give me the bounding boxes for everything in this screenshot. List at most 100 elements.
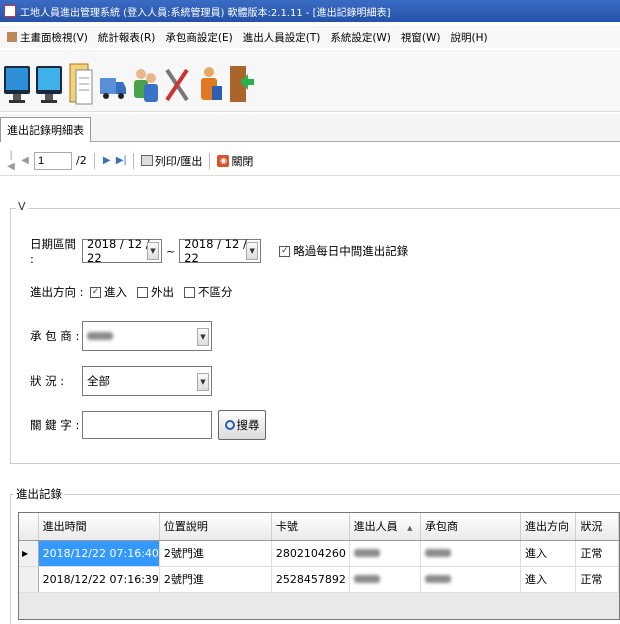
- records-grid[interactable]: 進出時間 位置說明 卡號 進出人員 ▲ 承包商 進出方向 狀況 ▶ 2018/1…: [18, 512, 620, 620]
- total-pages: /2: [76, 154, 87, 167]
- menu-contractor[interactable]: 承包商設定(E): [160, 30, 237, 45]
- direction-label: 進出方向 :: [30, 285, 84, 299]
- column-header-location[interactable]: 位置說明: [159, 513, 272, 541]
- separator: [93, 152, 95, 169]
- skip-midday-checkbox[interactable]: ✓ 略過每日中間進出記錄: [279, 243, 408, 259]
- redacted-text: [353, 548, 380, 557]
- search-button[interactable]: 搜尋: [218, 410, 266, 440]
- last-page-icon[interactable]: ▶|: [116, 155, 127, 166]
- column-header-direction[interactable]: 進出方向: [520, 513, 577, 541]
- row-header-corner: [19, 513, 39, 541]
- cell-direction[interactable]: 進入: [520, 540, 577, 567]
- cell-status[interactable]: 正常: [575, 540, 619, 567]
- separator: [132, 152, 134, 169]
- people-icon[interactable]: [130, 54, 160, 108]
- table-row[interactable]: ▶ 2018/12/22 07:16:40 2號門進 2802104260 進入…: [19, 540, 619, 567]
- checkbox-unchecked[interactable]: [184, 286, 195, 298]
- date-tilde: ~: [166, 244, 176, 258]
- cell-contractor[interactable]: [420, 540, 522, 567]
- checkbox-checked[interactable]: ✓: [279, 245, 291, 257]
- printer-icon: [140, 155, 153, 166]
- contractor-label: 承 包 商 :: [30, 329, 80, 343]
- cell-contractor[interactable]: [420, 566, 522, 593]
- keyword-input[interactable]: [82, 411, 212, 439]
- chevron-down-icon[interactable]: ▼: [246, 242, 259, 260]
- cell-status[interactable]: 正常: [575, 566, 619, 593]
- redacted-text: [424, 574, 451, 583]
- document-icon[interactable]: [66, 54, 96, 108]
- cell-time[interactable]: 2018/12/22 07:16:40: [38, 540, 160, 567]
- redacted-text: [353, 574, 380, 583]
- checkbox-checked[interactable]: ✓: [90, 286, 101, 298]
- redacted-text: [87, 332, 113, 340]
- user-group-icon[interactable]: [194, 54, 224, 108]
- menu-personnel[interactable]: 進出人員設定(T): [238, 30, 326, 45]
- column-header-card[interactable]: 卡號: [271, 513, 350, 541]
- chevron-down-icon[interactable]: ▼: [147, 242, 159, 260]
- column-header-contractor[interactable]: 承包商: [420, 513, 522, 541]
- menu-view[interactable]: 主畫面檢視(V): [2, 30, 93, 45]
- tab-access-records[interactable]: 進出記錄明細表: [0, 117, 91, 142]
- records-group-legend: 進出記錄: [14, 486, 64, 502]
- table-row[interactable]: 2018/12/22 07:16:39 2號門進 2528457892 進入 正…: [19, 566, 619, 593]
- next-page-icon[interactable]: ▶: [102, 155, 112, 166]
- cell-location[interactable]: 2號門進: [159, 566, 272, 593]
- truck-icon[interactable]: [98, 54, 128, 108]
- column-header-person[interactable]: 進出人員 ▲: [349, 513, 421, 541]
- status-label: 狀 況 :: [30, 374, 65, 388]
- window-title: 工地人員進出管理系統 (登入人員:系統管理員) 軟體版本:2.1.11 - [進…: [20, 7, 391, 19]
- close-button[interactable]: ◉ 關閉: [217, 153, 253, 169]
- sort-ascending-icon: ▲: [407, 524, 413, 533]
- date-range-row: 日期區間 : 2018 / 12 / 22 ▼ ~ 2018 / 12 / 22 ▼…: [30, 236, 418, 266]
- status-select[interactable]: 全部 ▼: [82, 366, 212, 396]
- menu-system[interactable]: 系統設定(W): [325, 30, 396, 45]
- contractor-row: 承 包 商 : ▼: [30, 321, 212, 351]
- cell-person[interactable]: [349, 566, 421, 593]
- row-header: [19, 566, 39, 593]
- search-icon: [224, 420, 235, 430]
- menu-window[interactable]: 視窗(W): [396, 30, 446, 45]
- monitor-icon[interactable]: [34, 54, 64, 108]
- app-menu-icon: [7, 32, 17, 42]
- app-icon: [4, 5, 16, 17]
- first-page-icon[interactable]: |◀: [6, 150, 16, 172]
- chevron-down-icon[interactable]: ▼: [197, 328, 209, 346]
- separator: [209, 152, 211, 169]
- column-header-time[interactable]: 進出時間: [38, 513, 160, 541]
- exit-door-icon[interactable]: [226, 54, 256, 108]
- cell-card[interactable]: 2802104260: [271, 540, 350, 567]
- page-number-input[interactable]: [34, 151, 72, 170]
- menu-reports[interactable]: 統計報表(R): [93, 30, 161, 45]
- prev-page-icon[interactable]: ◀: [20, 155, 30, 166]
- date-from-picker[interactable]: 2018 / 12 / 22 ▼: [82, 237, 162, 265]
- grid-header-row: 進出時間 位置說明 卡號 進出人員 ▲ 承包商 進出方向 狀況: [19, 513, 619, 541]
- report-navbar: |◀ ◀ /2 ▶ ▶| 列印/匯出 ◉關閉: [0, 146, 620, 176]
- date-to-picker[interactable]: 2018 / 12 / 22 ▼: [179, 237, 262, 265]
- direction-any-checkbox[interactable]: 不區分: [184, 284, 233, 300]
- keyword-row: 關 鍵 字 : 搜尋: [30, 410, 266, 440]
- monitor-icon[interactable]: [2, 54, 32, 108]
- direction-out-checkbox[interactable]: 外出: [137, 284, 174, 300]
- filter-group-legend: V: [16, 200, 28, 213]
- close-icon: ◉: [217, 154, 230, 167]
- menu-help[interactable]: 說明(H): [445, 30, 492, 45]
- cell-location[interactable]: 2號門進: [159, 540, 272, 567]
- menu-bar: 主畫面檢視(V) 統計報表(R) 承包商設定(E) 進出人員設定(T) 系統設定…: [0, 26, 620, 48]
- print-export-button[interactable]: 列印/匯出: [140, 153, 202, 169]
- column-header-status[interactable]: 狀況: [575, 513, 619, 541]
- toolbar: [0, 50, 620, 112]
- keyword-label: 關 鍵 字 :: [30, 418, 80, 432]
- checkbox-unchecked[interactable]: [137, 286, 148, 298]
- window-titlebar: 工地人員進出管理系統 (登入人員:系統管理員) 軟體版本:2.1.11 - [進…: [0, 0, 620, 22]
- tab-strip: 進出記錄明細表: [0, 114, 620, 142]
- cell-direction[interactable]: 進入: [520, 566, 577, 593]
- cell-time[interactable]: 2018/12/22 07:16:39: [38, 566, 160, 593]
- cell-card[interactable]: 2528457892: [271, 566, 350, 593]
- tools-icon[interactable]: [162, 54, 192, 108]
- direction-row: 進出方向 : ✓ 進入 外出 不區分: [30, 284, 243, 300]
- contractor-select[interactable]: ▼: [82, 321, 212, 351]
- chevron-down-icon[interactable]: ▼: [197, 373, 209, 391]
- cell-person[interactable]: [349, 540, 421, 567]
- direction-in-checkbox[interactable]: ✓ 進入: [90, 284, 127, 300]
- redacted-text: [424, 548, 451, 557]
